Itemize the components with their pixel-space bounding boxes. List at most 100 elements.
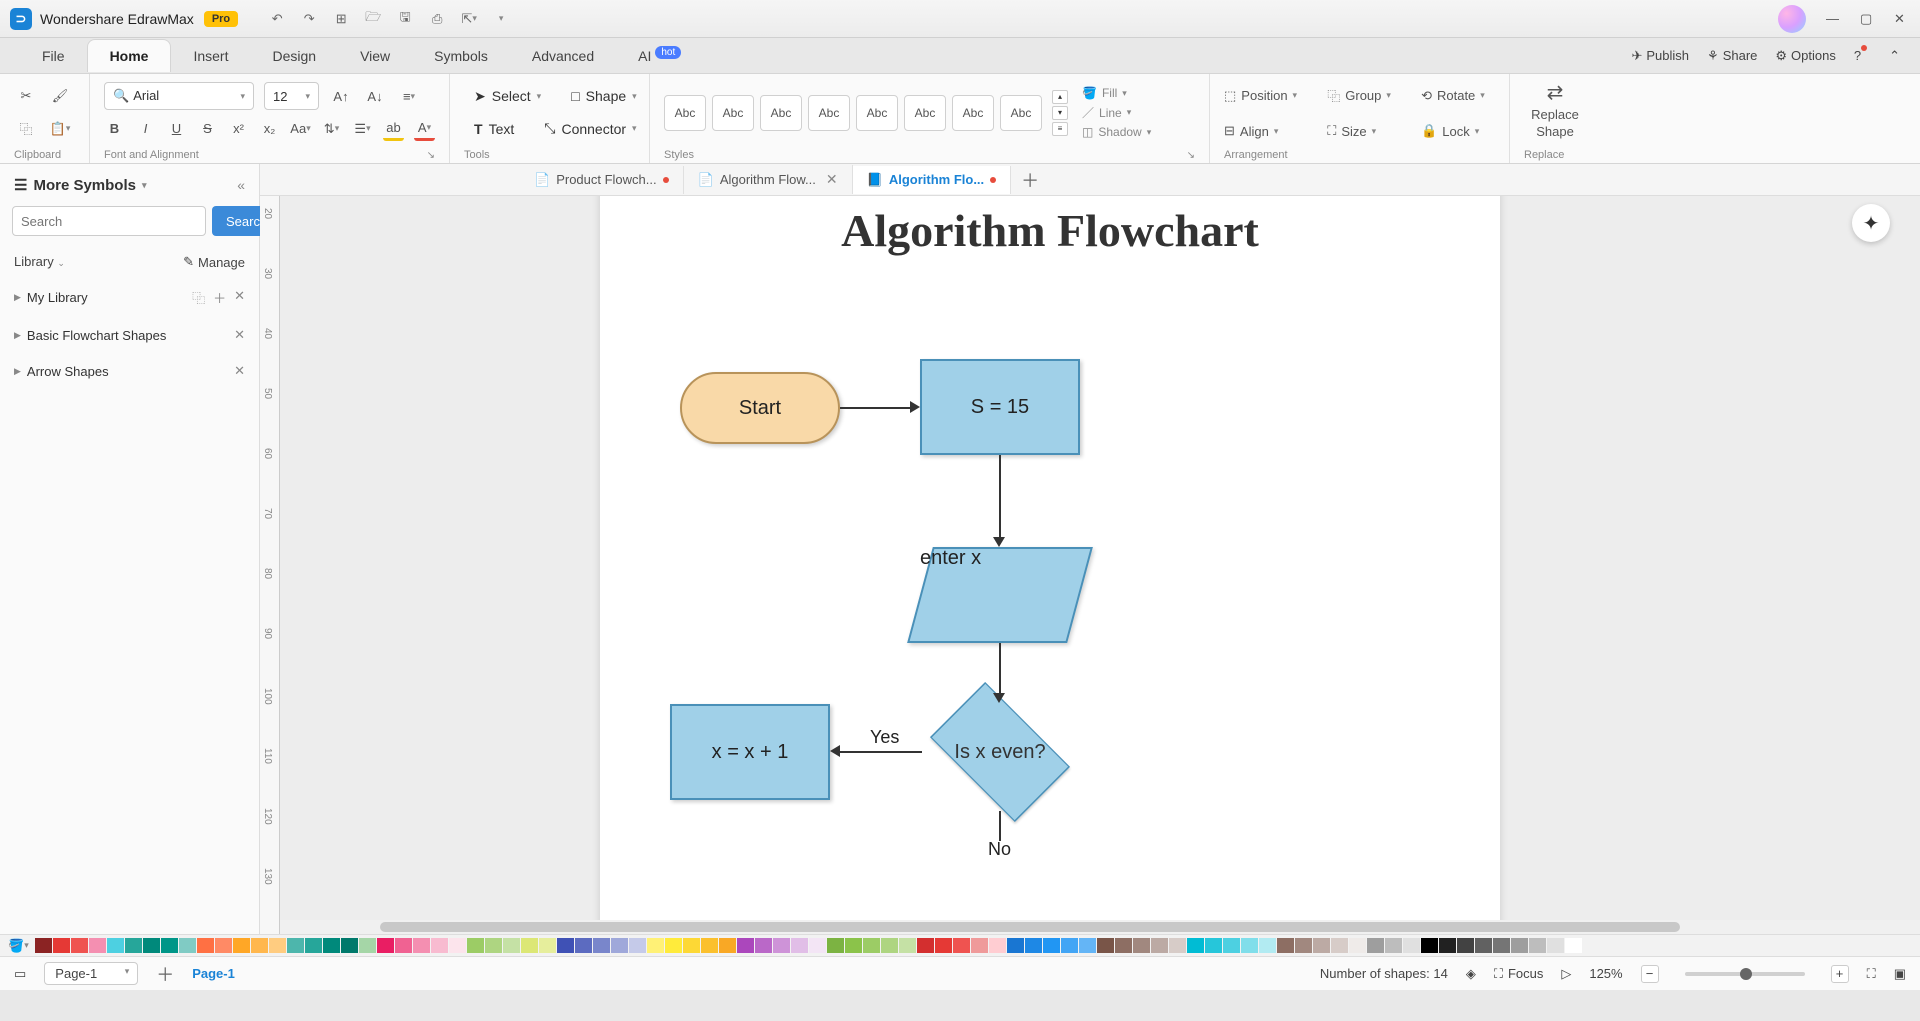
color-swatch[interactable] [1565,938,1582,953]
doc-tab-1[interactable]: 📄Product Flowch... [520,166,684,194]
fullscreen-icon[interactable]: ▣ [1894,966,1906,982]
lib-close-icon[interactable]: ✕ [234,327,245,343]
canvas-area[interactable]: -50-40-30-20-100102030405060708090100110… [260,164,1920,934]
close-icon[interactable]: ✕ [1894,11,1910,27]
focus-button[interactable]: ⛶Focus [1494,966,1544,982]
tab-close-icon[interactable]: ✕ [826,171,838,188]
color-swatch[interactable] [161,938,178,953]
color-swatch[interactable] [809,938,826,953]
color-swatch[interactable] [1007,938,1024,953]
play-icon[interactable]: ▷ [1561,966,1571,982]
zoom-in-button[interactable]: + [1831,965,1849,983]
open-icon[interactable]: 🗁 [364,10,382,28]
publish-button[interactable]: ✈Publish [1631,48,1689,64]
color-swatch[interactable] [179,938,196,953]
color-swatch[interactable] [629,938,646,953]
color-swatch[interactable] [53,938,70,953]
edge-start-to-init[interactable] [840,407,910,409]
color-swatch[interactable] [413,938,430,953]
color-swatch[interactable] [1187,938,1204,953]
font-dialog-launcher-icon[interactable]: ↘ [427,150,435,161]
color-swatch[interactable] [1313,938,1330,953]
lib-close-icon[interactable]: ✕ [234,288,245,307]
color-swatch[interactable] [683,938,700,953]
color-swatch[interactable] [1043,938,1060,953]
color-swatch[interactable] [701,938,718,953]
color-swatch[interactable] [1223,938,1240,953]
active-page-tab[interactable]: Page-1 [192,966,235,981]
color-swatch[interactable] [287,938,304,953]
superscript-icon[interactable]: x² [228,117,249,141]
color-swatch[interactable] [1025,938,1042,953]
doc-tab-2[interactable]: 📄Algorithm Flow...✕ [684,165,853,194]
align-icon[interactable]: ≡▾ [397,84,421,108]
shape-init-process[interactable]: S = 15 [920,359,1080,455]
style-swatch-1[interactable]: Abc [664,95,706,131]
gallery-up-icon[interactable]: ▴ [1052,90,1068,104]
color-swatch[interactable] [1295,938,1312,953]
color-swatch[interactable] [215,938,232,953]
color-swatch[interactable] [647,938,664,953]
lib-dup-icon[interactable]: ⿻ [192,288,205,307]
page-paper[interactable]: Algorithm Flowchart Start S = 15 enter x… [600,186,1500,926]
font-size-select[interactable]: 12▾ [264,82,319,110]
color-swatch[interactable] [323,938,340,953]
color-swatch[interactable] [827,938,844,953]
color-swatch[interactable] [1403,938,1420,953]
color-swatch[interactable] [1151,938,1168,953]
bold-icon[interactable]: B [104,117,125,141]
color-swatch[interactable] [1439,938,1456,953]
zoom-out-button[interactable]: − [1641,965,1659,983]
color-swatch[interactable] [233,938,250,953]
shadow-dropdown[interactable]: ◫Shadow▾ [1082,125,1151,139]
user-avatar[interactable] [1778,5,1806,33]
color-swatch[interactable] [863,938,880,953]
cut-icon[interactable]: ✂ [14,84,38,108]
print-icon[interactable]: ⎙ [428,10,446,28]
fit-page-icon[interactable]: ⛶ [1867,966,1876,982]
style-swatch-5[interactable]: Abc [856,95,898,131]
library-dropdown[interactable]: Library ⌄ [14,254,65,270]
style-swatch-4[interactable]: Abc [808,95,850,131]
ai-copilot-button[interactable]: ✦ [1852,204,1890,242]
minimize-icon[interactable]: — [1826,11,1842,27]
scrollbar-thumb[interactable] [380,922,1680,932]
collapse-ribbon-icon[interactable]: ⌃ [1889,48,1900,64]
color-swatch[interactable] [845,938,862,953]
color-swatch[interactable] [593,938,610,953]
format-painter-icon[interactable]: 🖌 [48,84,72,108]
tab-symbols[interactable]: Symbols [412,40,510,72]
horizontal-scrollbar[interactable] [280,920,1920,934]
page-list-icon[interactable]: ▭ [14,966,26,982]
shape-tool[interactable]: □Shape▾ [561,82,646,110]
color-swatch[interactable] [773,938,790,953]
increase-font-icon[interactable]: A↑ [329,84,353,108]
color-swatch[interactable] [449,938,466,953]
color-swatch[interactable] [1061,938,1078,953]
color-swatch[interactable] [35,938,52,953]
diagram-title[interactable]: Algorithm Flowchart [600,186,1500,257]
lib-close-icon[interactable]: ✕ [234,363,245,379]
add-page-button[interactable]: ＋ [156,961,174,987]
color-swatch[interactable] [359,938,376,953]
align-button[interactable]: ⊟Align▾ [1224,117,1307,145]
tab-view[interactable]: View [338,40,412,72]
color-swatch[interactable] [1493,938,1510,953]
color-swatch[interactable] [557,938,574,953]
edge-decision-no[interactable] [999,811,1001,841]
share-button[interactable]: ⚘Share [1707,48,1757,64]
style-swatch-7[interactable]: Abc [952,95,994,131]
color-swatch[interactable] [377,938,394,953]
options-button[interactable]: ⚙Options [1775,48,1835,64]
undo-icon[interactable]: ↶ [268,10,286,28]
color-swatch[interactable] [71,938,88,953]
zoom-slider[interactable] [1685,972,1805,976]
edge-label-no[interactable]: No [988,839,1011,860]
sidebar-title[interactable]: ☰More Symbols▾ [14,176,147,194]
lib-add-icon[interactable]: ＋ [213,288,226,307]
color-swatch[interactable] [1385,938,1402,953]
color-swatch[interactable] [971,938,988,953]
italic-icon[interactable]: I [135,117,156,141]
group-button[interactable]: ⿻Group▾ [1327,80,1401,111]
color-swatch[interactable] [917,938,934,953]
